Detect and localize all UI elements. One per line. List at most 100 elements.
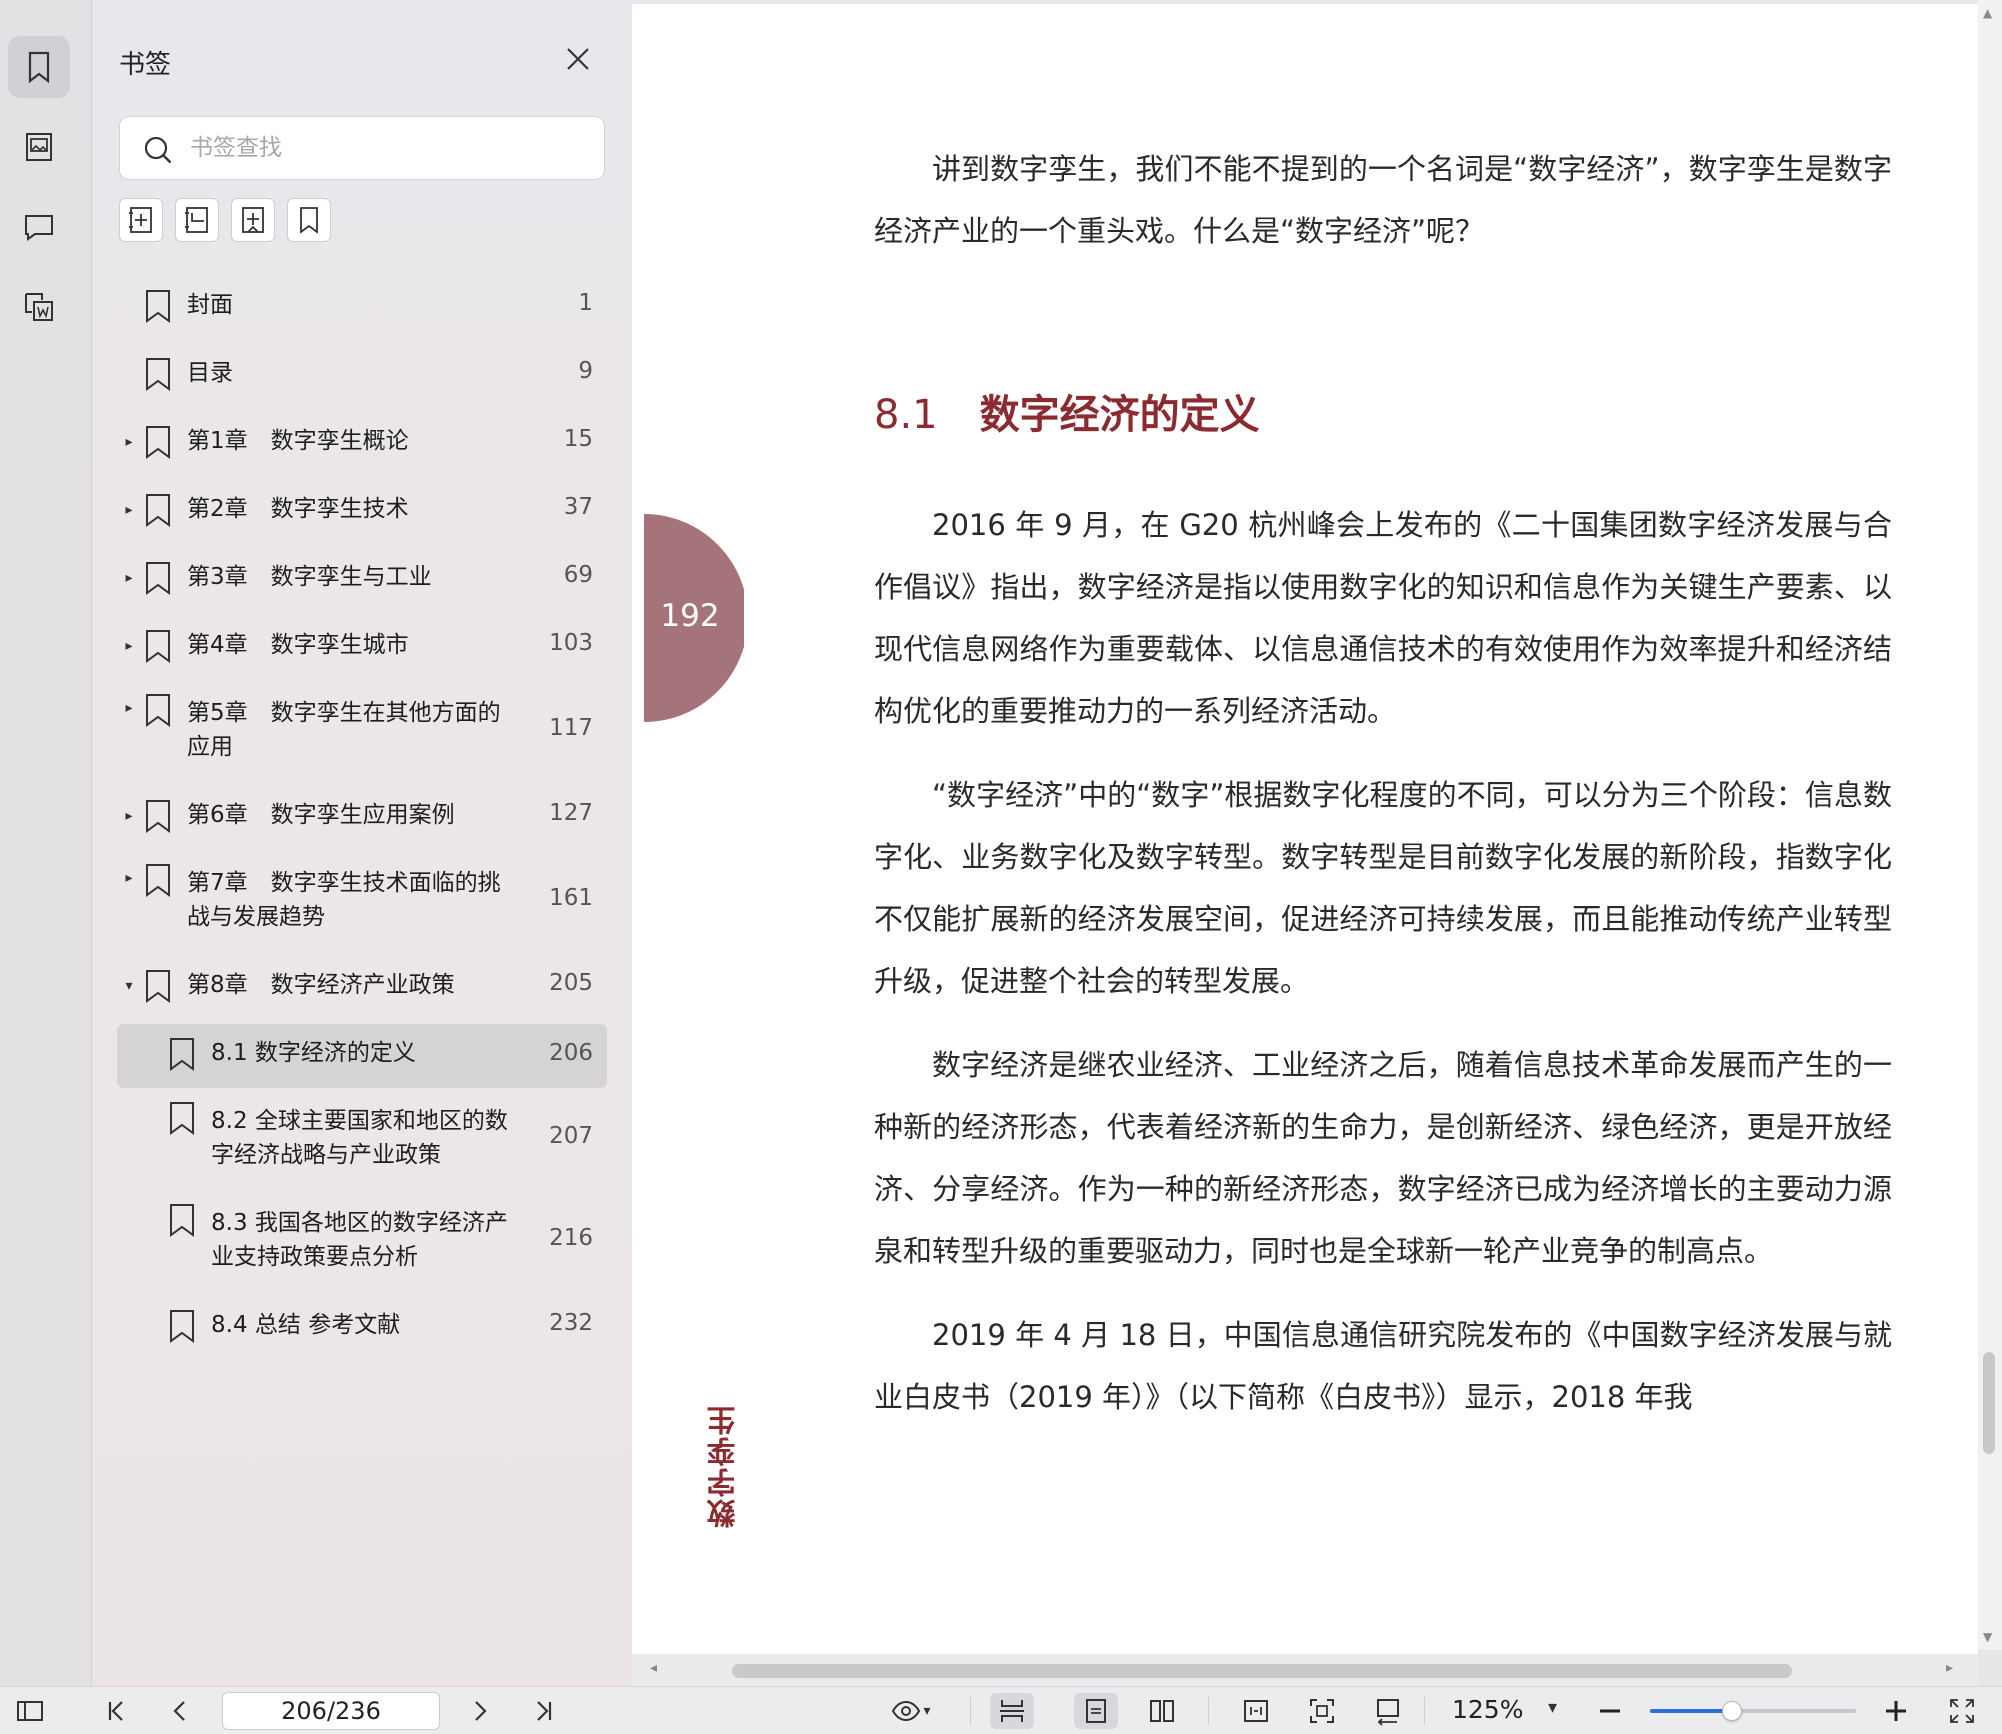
bookmark-item[interactable]: 8.4 总结 参考文献 232: [117, 1296, 607, 1356]
view-mode-dropdown[interactable]: ▾: [880, 1693, 940, 1729]
fit-page-button[interactable]: [1304, 1693, 1340, 1729]
paragraph: “数字经济”中的“数字”根据数字化程度的不同，可以分为三个阶段：信息数字化、业务…: [874, 778, 1892, 998]
collapse-all-button[interactable]: [175, 198, 219, 242]
fit-width-button[interactable]: [1238, 1693, 1274, 1729]
rotate-page-button[interactable]: [1370, 1693, 1406, 1729]
bookmark-item[interactable]: 目录 9: [117, 344, 607, 404]
bookmark-label: 封面: [187, 292, 233, 318]
bookmark-page-number: 232: [549, 1310, 593, 1336]
scroll-right-icon[interactable]: ▸: [1946, 1660, 1953, 1676]
bookmark-page-number: 117: [549, 715, 593, 741]
thumbnail-panel-button[interactable]: [8, 116, 70, 178]
fit-page-icon: [1310, 1699, 1334, 1723]
bookmark-icon: [170, 1204, 194, 1237]
caret-down-icon[interactable]: ▾: [121, 978, 137, 994]
page-number-input[interactable]: 206/236: [222, 1692, 440, 1730]
scroll-up-icon[interactable]: ▲: [1983, 6, 1992, 20]
page-number-badge: 192: [644, 514, 744, 722]
vertical-scrollbar[interactable]: ▲ ▼: [1978, 0, 2002, 1650]
expand-all-button[interactable]: [119, 198, 163, 242]
caret-right-icon[interactable]: ▸: [121, 502, 137, 518]
fullscreen-icon: [1950, 1699, 1974, 1723]
zoom-level[interactable]: 125%: [1452, 1695, 1523, 1724]
bookmark-page-number: 216: [549, 1225, 593, 1251]
scroll-down-icon[interactable]: ▼: [1983, 1630, 1992, 1644]
zoom-slider-handle[interactable]: [1722, 1701, 1743, 1721]
zoom-slider-fill: [1650, 1709, 1733, 1713]
rotate-icon: [1377, 1699, 1399, 1726]
bookmark-item[interactable]: 封面 1: [117, 276, 607, 336]
bookmark-icon: [146, 800, 170, 833]
fullscreen-button[interactable]: [1944, 1693, 1980, 1729]
chevron-right-icon: [475, 1701, 487, 1721]
continuous-scroll-button[interactable]: [990, 1693, 1034, 1729]
caret-right-icon[interactable]: ▸: [121, 700, 137, 716]
collapse-all-icon: [185, 207, 208, 233]
comment-panel-button[interactable]: [8, 196, 70, 258]
first-page-button[interactable]: [98, 1693, 134, 1729]
scroll-left-icon[interactable]: ◂: [650, 1660, 657, 1676]
caret-right-icon[interactable]: ▸: [121, 870, 137, 886]
bookmark-item[interactable]: 8.3 我国各地区的数字经济产 业支持政策要点分析 216: [117, 1194, 607, 1288]
bookmark-item[interactable]: ▸ 第5章 数字孪生在其他方面的 应用 117: [117, 684, 607, 778]
bookmark-label: 第7章 数字孪生技术面临的挑 战与发展趋势: [187, 870, 501, 930]
thumbnail-icon: [26, 133, 52, 161]
bookmark-panel-button[interactable]: [8, 36, 70, 98]
bookmark-page-button[interactable]: [287, 198, 331, 242]
last-page-button[interactable]: [526, 1693, 562, 1729]
caret-right-icon[interactable]: ▸: [121, 638, 137, 654]
add-bookmark-icon: [242, 207, 264, 233]
minus-icon: [1600, 1709, 1620, 1713]
section-heading: 8.1 数字经济的定义: [874, 392, 1260, 438]
bottom-toolbar: 206/236 ▾ 125% ▾: [0, 1686, 2002, 1734]
attachment-panel-button[interactable]: [8, 276, 70, 338]
close-icon[interactable]: [563, 44, 593, 74]
next-page-button[interactable]: [462, 1693, 498, 1729]
bookmark-label: 8.2 全球主要国家和地区的数 字经济战略与产业政策: [211, 1108, 508, 1168]
comment-icon: [25, 215, 53, 241]
zoom-out-button[interactable]: [1592, 1693, 1628, 1729]
bookmark-page-number: 103: [549, 630, 593, 656]
book-title-side-label: 数字孪生: [706, 1404, 740, 1528]
bookmark-icon: [170, 1102, 194, 1135]
sidebar-rail: [0, 0, 92, 1686]
bookmark-item[interactable]: 8.2 全球主要国家和地区的数 字经济战略与产业政策 207: [117, 1092, 607, 1186]
caret-right-icon[interactable]: ▸: [121, 808, 137, 824]
paragraph: 数字经济是继农业经济、工业经济之后，随着信息技术革命发展而产生的一种新的经济形态…: [874, 1048, 1892, 1268]
last-page-icon: [537, 1701, 552, 1721]
horizontal-scroll-thumb[interactable]: [732, 1664, 1792, 1678]
single-page-button[interactable]: [1074, 1693, 1118, 1729]
caret-right-icon[interactable]: ▸: [121, 434, 137, 450]
bookmark-item[interactable]: ▸ 第7章 数字孪生技术面临的挑 战与发展趋势 161: [117, 854, 607, 948]
bookmark-search-input[interactable]: [190, 117, 590, 179]
bookmark-item[interactable]: ▸ 第4章 数字孪生城市 103: [117, 616, 607, 676]
previous-page-button[interactable]: [162, 1693, 198, 1729]
bookmark-item[interactable]: ▸ 第1章 数字孪生概论 15: [117, 412, 607, 472]
bookmark-page-number: 15: [563, 426, 593, 452]
bookmark-icon: [146, 630, 170, 663]
zoom-in-button[interactable]: [1878, 1693, 1914, 1729]
chevron-down-icon[interactable]: ▾: [1548, 1697, 1557, 1718]
bookmark-item[interactable]: ▾ 第8章 数字经济产业政策 205: [117, 956, 607, 1016]
caret-right-icon[interactable]: ▸: [121, 570, 137, 586]
zoom-slider[interactable]: [1650, 1701, 1856, 1721]
bookmark-label: 第4章 数字孪生城市: [187, 632, 409, 658]
bookmark-item[interactable]: 8.1 数字经济的定义 206: [117, 1024, 607, 1088]
bookmark-item[interactable]: ▸ 第2章 数字孪生技术 37: [117, 480, 607, 540]
attachment-icon: [25, 293, 53, 321]
vertical-scroll-thumb[interactable]: [1983, 1352, 1995, 1454]
two-page-icon: [1150, 1700, 1174, 1722]
bookmark-icon: [146, 864, 170, 897]
bookmark-icon: [146, 562, 170, 595]
toggle-sidebar-button[interactable]: [12, 1693, 48, 1729]
add-bookmark-button[interactable]: [231, 198, 275, 242]
bookmark-page-number: 127: [549, 800, 593, 826]
bookmark-label: 第6章 数字孪生应用案例: [187, 802, 455, 828]
bookmark-page-number: 206: [549, 1040, 593, 1066]
chevron-down-icon: ▾: [923, 1703, 931, 1719]
bookmark-search[interactable]: [119, 116, 605, 180]
horizontal-scrollbar[interactable]: ◂ ▸: [632, 1654, 1978, 1686]
two-page-button[interactable]: [1144, 1693, 1180, 1729]
bookmark-item[interactable]: ▸ 第6章 数字孪生应用案例 127: [117, 786, 607, 846]
bookmark-item[interactable]: ▸ 第3章 数字孪生与工业 69: [117, 548, 607, 608]
